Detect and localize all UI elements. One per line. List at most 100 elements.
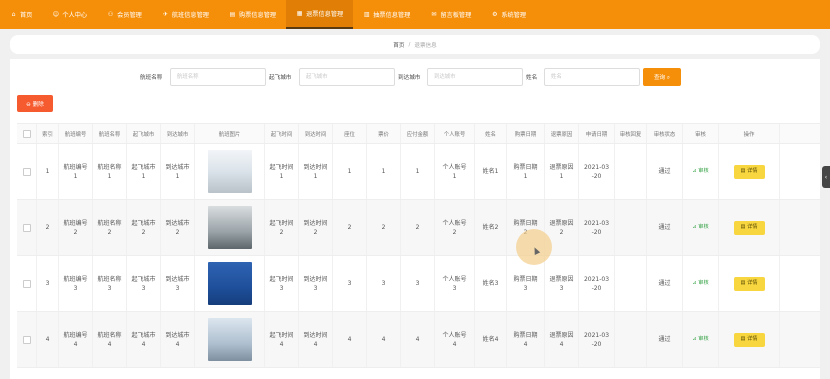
table-cell: 2021-03 -20 [579,144,615,199]
audit-link[interactable]: ⊿ 审核 [692,223,708,232]
nav-item-5[interactable]: ▦ 退票信息管理 [286,0,354,29]
table-cell: 到达时间 3 [299,256,333,311]
list-icon: ▥ [363,11,370,18]
table-cell [615,200,647,255]
table-cell [17,144,37,199]
side-toggle-tab[interactable]: ‹ [822,166,830,188]
message-icon: ✉ [431,11,437,18]
table-cell: 2021-03 -20 [579,312,615,367]
nav-item-1[interactable]: ☺ 个人中心 [42,0,97,29]
cell-text-price: 4 [381,336,386,343]
nav-label: 会员管理 [117,12,142,19]
breadcrumb: 首页 / 退票信息 [10,35,820,54]
detail-button[interactable]: ▤ 详情 [733,220,765,235]
row-checkbox[interactable] [22,167,31,176]
table-cell: ⊿ 审核 [683,200,719,255]
flight-name-input[interactable] [170,68,266,86]
cell-text-index: 4 [45,336,50,343]
detail-button[interactable]: ▤ 详情 [733,164,765,179]
table-cell: 2 [333,200,367,255]
table-cell: 航班编号 3 [59,256,93,311]
table-header: 索引 航班编号 航班名称 起飞城市 到达城市 航班图片 起飞时间 到达时间 座位 票价 应付金额 个人… [17,123,820,144]
table-body: 1 航班编号 1 航班名称 1 起飞城市 1 到达城市 1 起飞时间 1 到达时间 1 1 1 1… [17,144,820,368]
table-row: 1 航班编号 1 航班名称 1 起飞城市 1 到达城市 1 起飞时间 1 到达时间 1 1 1 1… [17,144,820,200]
search-button[interactable]: 查询 ⌕ [643,68,681,86]
table-cell: 航班名称 1 [93,144,127,199]
cell-text-pay: 1 [415,168,420,175]
nav-item-0[interactable]: ⌂ 首页 [0,0,42,29]
nav-item-3[interactable]: ✈ 航班信息管理 [152,0,219,29]
cell-text-from: 起飞城市 1 [131,163,156,180]
nav-item-8[interactable]: ⚙ 系统管理 [481,0,536,29]
cell-text-apply: 2021-03 -20 [583,163,610,180]
table-cell [195,200,265,255]
table-cell: 起飞时间 3 [265,256,299,311]
row-checkbox[interactable] [22,335,31,344]
cell-text-price: 1 [381,168,386,175]
table-cell [195,144,265,199]
table-cell: 购票日期 3 [507,256,545,311]
table-cell: 到达时间 2 [299,200,333,255]
cell-text-buy: 购票日期 3 [513,275,538,292]
cell-text-arr: 到达时间 3 [303,275,328,292]
breadcrumb-home[interactable]: 首页 [393,41,404,49]
table-cell [17,256,37,311]
table-cell: 退票原因 3 [545,256,579,311]
table-cell: 3 [37,256,59,311]
audit-link[interactable]: ⊿ 审核 [692,279,708,288]
table-cell [195,256,265,311]
cell-text-apply: 2021-03 -20 [583,331,610,348]
detail-button[interactable]: ▤ 详情 [733,276,765,291]
select-all-checkbox[interactable] [22,129,31,138]
table-cell: 退票原因 1 [545,144,579,199]
cell-text-account: 个人账号 3 [442,275,467,292]
column-header: 起飞时间 [265,124,299,143]
nav-label: 个人中心 [62,12,88,19]
cell-text-price: 2 [381,224,386,231]
cell-text-name: 航班名称 4 [97,331,122,348]
audit-link[interactable]: ⊿ 审核 [692,335,708,344]
table-cell: ▤ 详情 [719,312,780,367]
name-input[interactable] [544,68,640,86]
flight-name-label: 航班名称 [140,75,163,81]
table-cell: ⊿ 审核 [683,144,719,199]
table-cell: 通过 [647,144,683,199]
cell-text-user: 姓名3 [482,280,499,287]
cell-text-user: 姓名1 [482,168,499,175]
audit-link[interactable]: ⊿ 审核 [692,167,708,176]
arrive-city-input[interactable] [427,68,523,86]
nav-item-4[interactable]: ▤ 购票信息管理 [219,0,286,29]
cell-text-user: 姓名4 [482,336,499,343]
nav-item-6[interactable]: ▥ 抽票信息管理 [353,0,420,29]
table-cell: 到达城市 3 [161,256,195,311]
delete-button[interactable]: ⊖ 删除 [17,95,53,112]
column-header: 退票原因 [545,124,579,143]
cell-text-no: 航班编号 3 [63,275,88,292]
table-cell: 1 [333,144,367,199]
cell-text-status: 通过 [658,336,671,343]
nav-item-7[interactable]: ✉ 留言板管理 [420,0,481,29]
table-cell: 2021-03 -20 [579,256,615,311]
table-cell: ⊿ 审核 [683,256,719,311]
cell-text-from: 起飞城市 2 [131,219,156,236]
column-header: 座位 [333,124,367,143]
table-cell: 个人账号 1 [435,144,475,199]
column-header: 票价 [367,124,401,143]
nav-label: 航班信息管理 [171,12,209,19]
search-bar: 航班名称 起飞城市 到达城市 姓名 查询 ⌕ [10,68,820,86]
nav-item-2[interactable]: ⚇ 会员管理 [97,0,152,29]
table-cell: 起飞城市 1 [127,144,161,199]
table-cell [17,312,37,367]
cell-text-arr: 到达时间 1 [303,163,328,180]
table-cell: 2021-03 -20 [579,200,615,255]
column-header: 操作 [719,124,780,143]
cell-text-name: 航班名称 1 [97,163,122,180]
depart-city-input[interactable] [299,68,395,86]
detail-button[interactable]: ▤ 详情 [733,332,765,347]
table-cell: 航班名称 3 [93,256,127,311]
row-checkbox[interactable] [22,279,31,288]
cell-text-arr: 到达时间 4 [303,331,328,348]
cell-text-from: 起飞城市 3 [131,275,156,292]
table-cell: 航班编号 4 [59,312,93,367]
row-checkbox[interactable] [22,223,31,232]
